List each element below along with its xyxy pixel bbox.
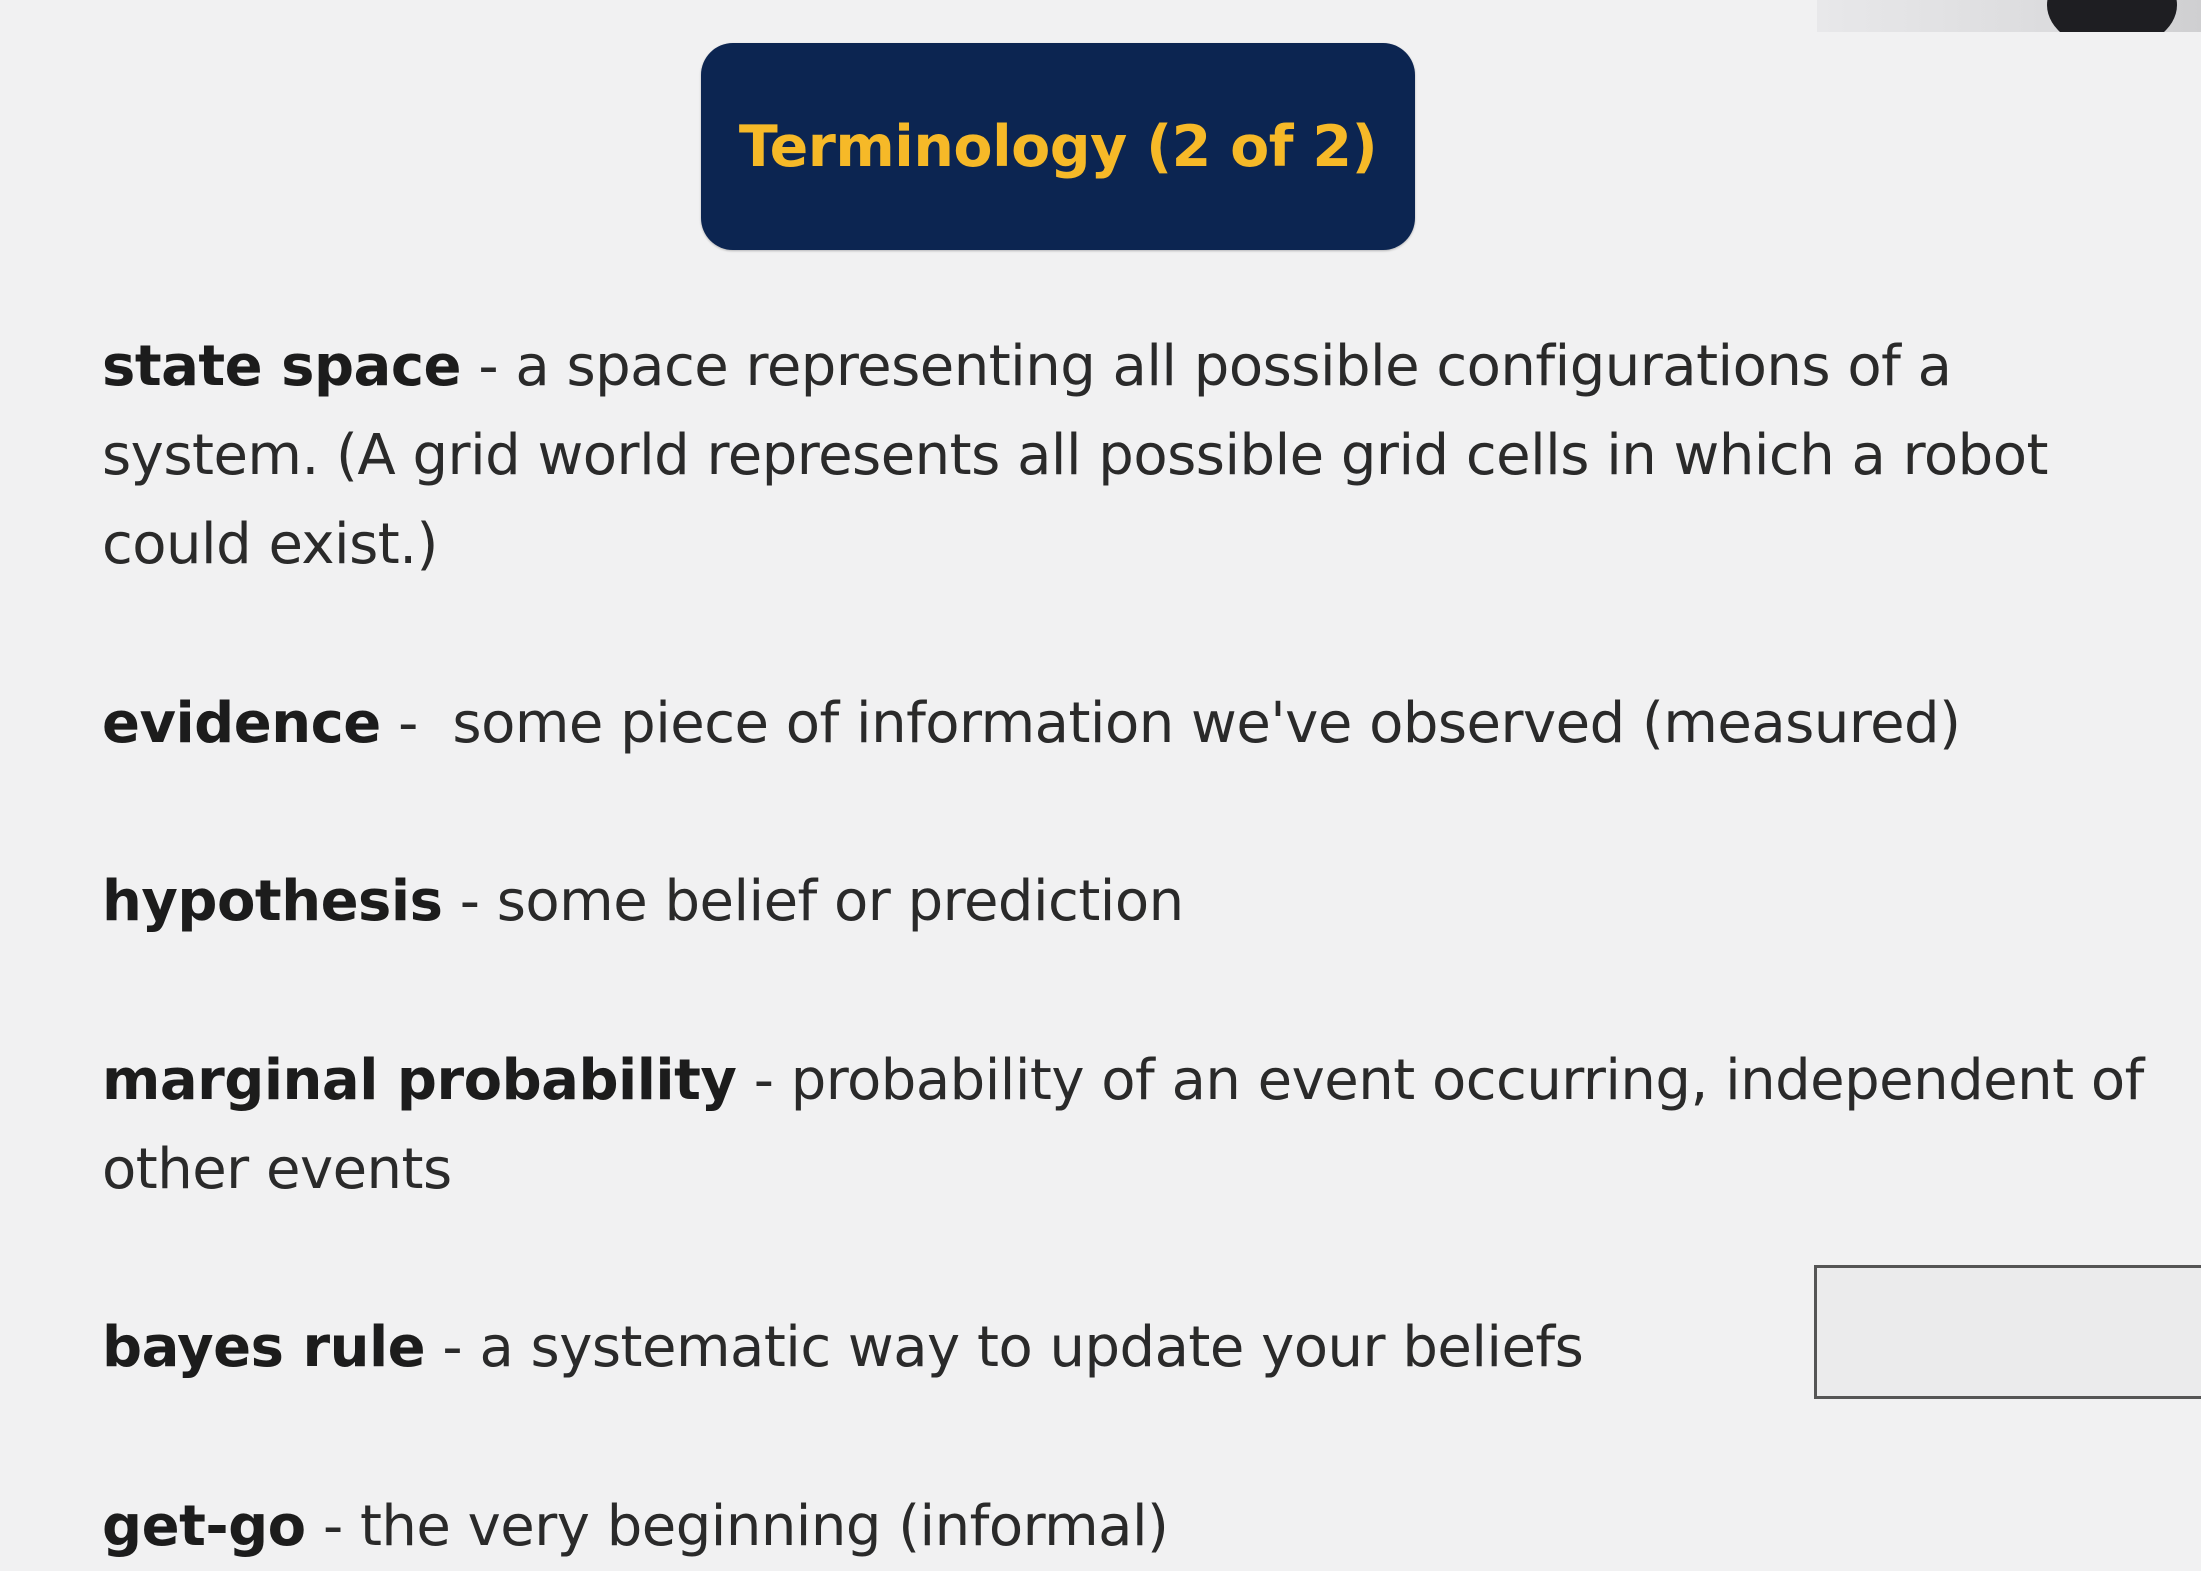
term-hypothesis: hypothesis - some belief or prediction [102,857,2182,946]
empty-overlay-box [1814,1265,2201,1399]
term-name: hypothesis [102,869,443,934]
term-definition: the very beginning (informal) [359,1494,1169,1559]
term-get-go: get-go - the very beginning (informal) [102,1482,2182,1571]
term-definition: some belief or prediction [496,869,1184,934]
term-separator: - [736,1048,791,1113]
term-separator: - [461,334,516,399]
term-name: marginal probability [102,1048,737,1113]
term-name: evidence [102,691,381,756]
term-separator: - [442,869,497,934]
participant-silhouette [2047,0,2177,32]
term-name: state space [102,334,462,399]
term-name: get-go [102,1494,306,1559]
slide-title: Terminology (2 of 2) [738,113,1378,180]
term-separator: - [425,1315,480,1380]
webcam-thumbnail [1817,0,2201,32]
term-evidence: evidence - some piece of information we'… [102,679,2182,768]
term-marginal-probability: marginal probability - probability of an… [102,1036,2182,1214]
slide-title-box: Terminology (2 of 2) [701,43,1415,250]
term-separator: - [305,1494,360,1559]
term-definition: some piece of information we've observed… [452,691,1961,756]
term-name: bayes rule [102,1315,426,1380]
term-separator: - [380,691,453,756]
term-state-space: state space - a space representing all p… [102,322,2182,589]
term-definition: a systematic way to update your beliefs [479,1315,1584,1380]
